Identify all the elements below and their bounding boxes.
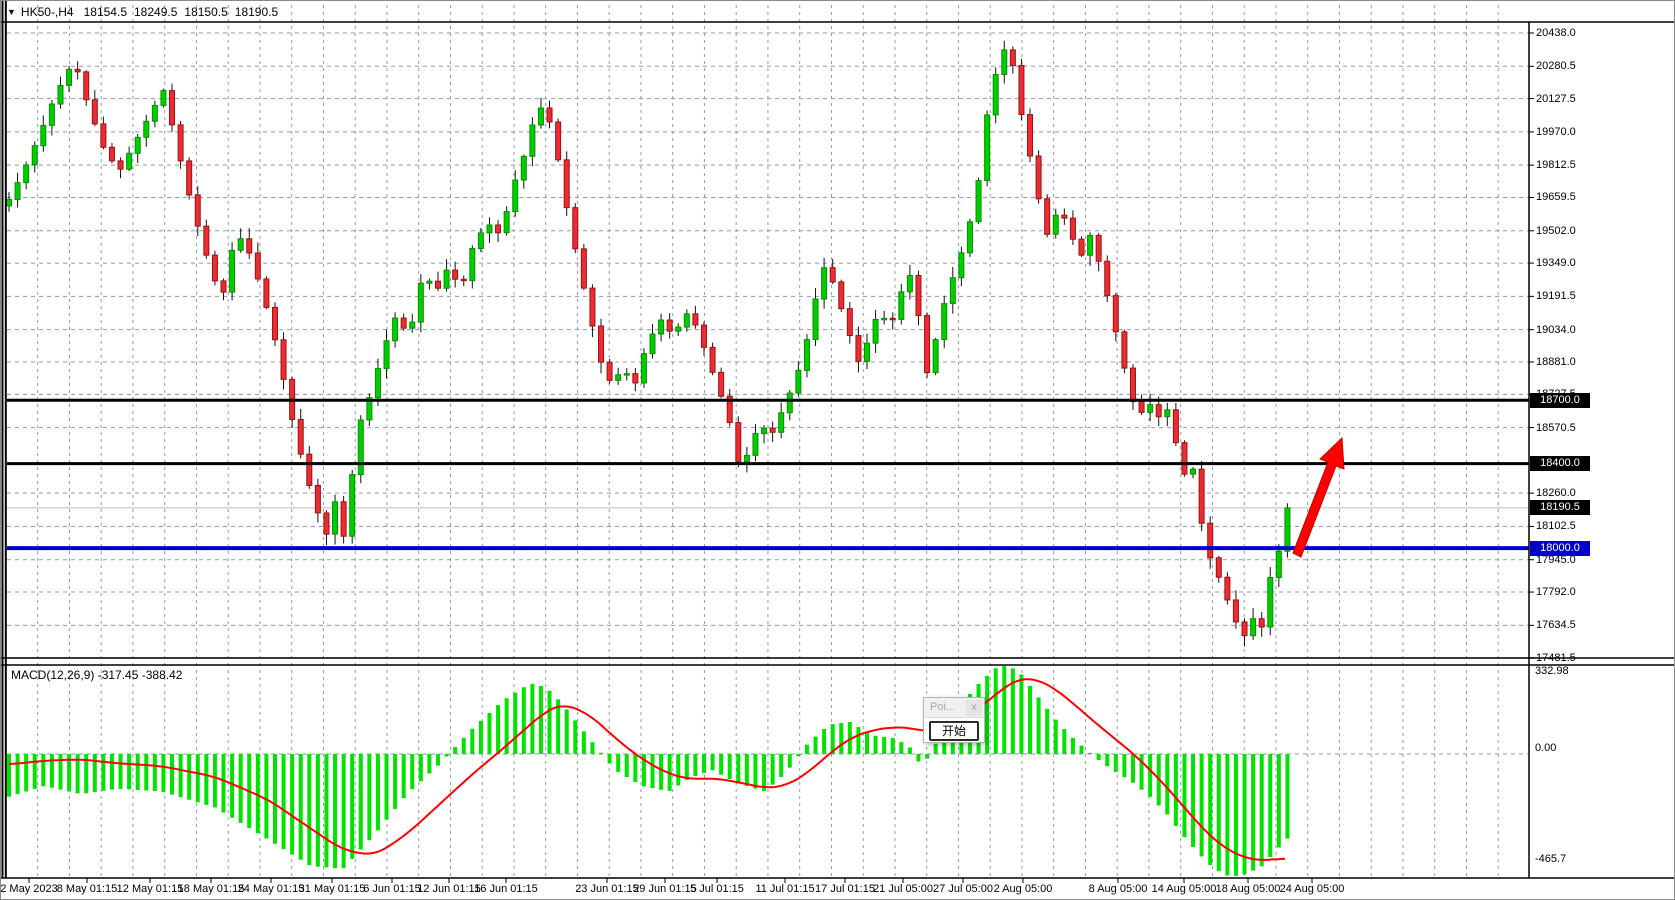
price-axis-label: 18260.0: [1536, 487, 1576, 499]
symbol-timeframe: HK50-,H4: [21, 5, 74, 19]
time-axis-label: 24 Aug 05:00: [1280, 883, 1345, 895]
price-tag-18000.0: 18000.0: [1530, 541, 1590, 556]
time-axis-label: 16 Jun 01:15: [474, 883, 538, 895]
macd-axis-label: 0.00: [1535, 742, 1556, 754]
time-axis-label: 18 Aug 05:00: [1216, 883, 1281, 895]
time-axis-label: 11 Jul 01:15: [755, 883, 814, 895]
time-axis-label: 23 Jun 01:15: [575, 883, 639, 895]
price-axis-label: 19812.5: [1536, 159, 1576, 171]
time-axis-label: 12 May 01:15: [117, 883, 184, 895]
price-axis-label: 19970.0: [1536, 126, 1576, 138]
symbol-dropdown-icon[interactable]: ▼: [7, 7, 16, 17]
close-icon[interactable]: x: [966, 700, 982, 716]
grid: [7, 5, 1529, 877]
quote-close: 18190.5: [235, 5, 278, 19]
price-axis-label: 20280.5: [1536, 60, 1576, 72]
quote-low: 18150.5: [184, 5, 227, 19]
trend-arrow[interactable]: [1293, 438, 1344, 557]
indicator-label: MACD(12,26,9) -317.45 -388.42: [11, 668, 182, 682]
price-axis-label: 17634.5: [1536, 619, 1576, 631]
time-axis-label: 18 May 01:15: [178, 883, 245, 895]
quote-high: 18249.5: [134, 5, 177, 19]
popup-titlebar[interactable]: Poi... x: [924, 698, 984, 718]
time-axis-label: 12 Jun 01:15: [417, 883, 481, 895]
start-button[interactable]: 开始: [929, 721, 979, 741]
time-axis-label: 31 May 01:15: [299, 883, 366, 895]
price-axis-label: 19191.5: [1536, 290, 1576, 302]
time-axis-label: 21 Jul 05:00: [873, 883, 933, 895]
price-axis-label: 18102.5: [1536, 520, 1576, 532]
time-axis-label: 17 Jul 01:15: [815, 883, 875, 895]
time-axis-label: 2 May 2023: [0, 883, 57, 895]
macd-signal-line: [9, 679, 1285, 860]
price-tag-18400.0: 18400.0: [1530, 456, 1590, 471]
price-tag-18190.5: 18190.5: [1530, 500, 1590, 515]
price-axis-label: 20127.5: [1536, 93, 1576, 105]
macd-axis-label: -465.7: [1535, 853, 1566, 865]
time-axis-label: 14 Aug 05:00: [1152, 883, 1217, 895]
time-axis-label: 27 Jul 05:00: [933, 883, 993, 895]
time-axis-label: 24 May 01:15: [238, 883, 305, 895]
price-axis-label: 19034.0: [1536, 324, 1576, 336]
time-axis-label: 8 May 01:15: [57, 883, 118, 895]
price-axis-label: 18881.0: [1536, 356, 1576, 368]
chart-canvas[interactable]: [1, 1, 1675, 900]
price-axis-label: 19502.0: [1536, 225, 1576, 237]
chart-window: ▼ HK50-,H4 18154.5 18249.5 18150.5 18190…: [0, 0, 1675, 900]
macd-histogram: [7, 666, 1289, 876]
panel-borders: [1, 1, 1675, 883]
time-axis-label: 29 Jun 01:15: [633, 883, 697, 895]
time-axis-label: 5 Jul 01:15: [690, 883, 744, 895]
time-axis-label: 2 Aug 05:00: [994, 883, 1053, 895]
popup-title: Poi...: [930, 701, 955, 713]
price-axis-label: 19659.5: [1536, 191, 1576, 203]
quote-line[interactable]: ▼ HK50-,H4 18154.5 18249.5 18150.5 18190…: [7, 4, 285, 20]
price-axis-label: 17792.0: [1536, 586, 1576, 598]
price-axis-label: 20438.0: [1536, 27, 1576, 39]
script-popup: Poi... x 开始: [923, 697, 985, 743]
macd-axis-label: 332.98: [1535, 665, 1569, 677]
price-tag-18700.0: 18700.0: [1530, 393, 1590, 408]
time-axis-label: 8 Aug 05:00: [1089, 883, 1148, 895]
price-axis-label: 17481.5: [1536, 652, 1576, 664]
quote-open: 18154.5: [84, 5, 127, 19]
price-axis-label: 18570.5: [1536, 422, 1576, 434]
time-axis-label: 6 Jun 01:15: [363, 883, 421, 895]
price-axis-label: 19349.0: [1536, 257, 1576, 269]
